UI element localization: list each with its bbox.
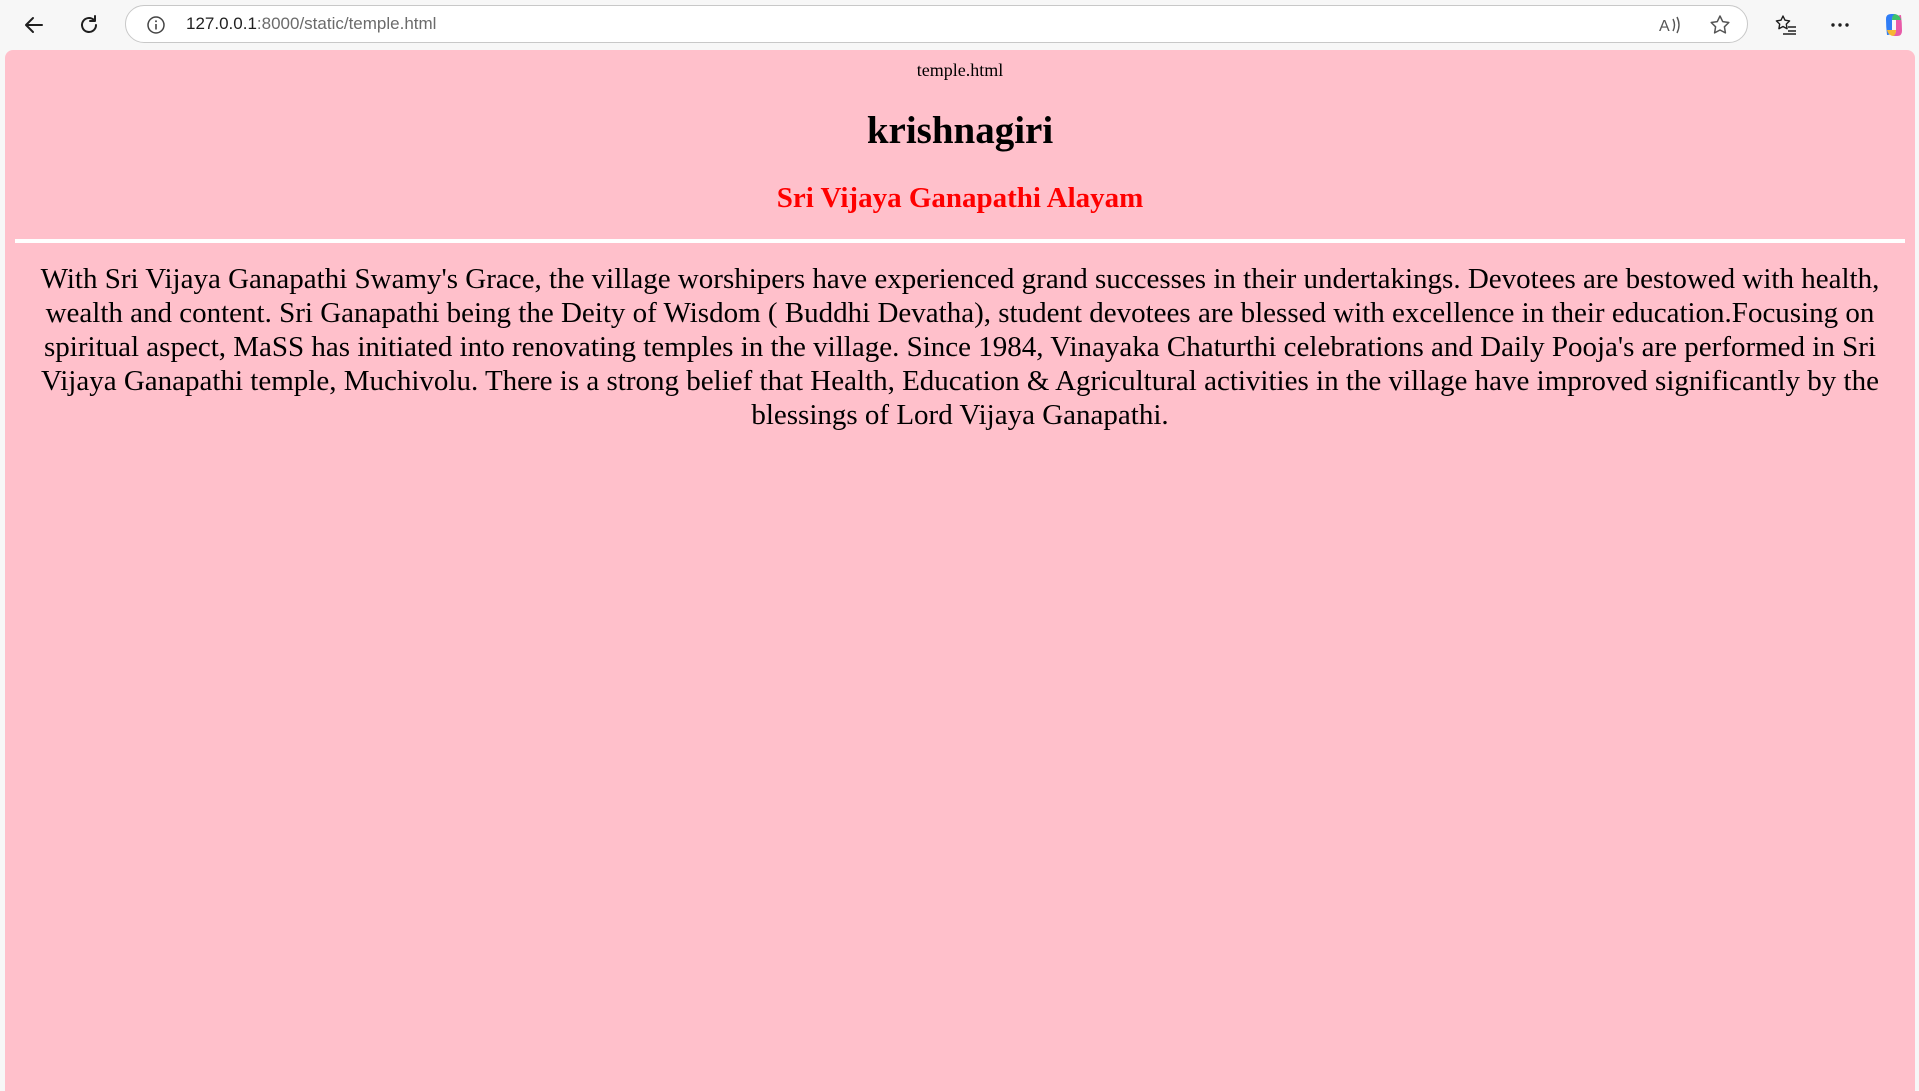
favorites-button[interactable] xyxy=(1768,7,1804,43)
page-title: krishnagiri xyxy=(866,109,1054,152)
more-icon xyxy=(1829,14,1851,36)
temple-name-heading: Sri Vijaya Ganapathi Alayam xyxy=(776,182,1144,214)
page-viewport: temple.html krishnagiri Sri Vijaya Ganap… xyxy=(5,50,1915,1091)
url-path: :8000/static/temple.html xyxy=(256,14,437,33)
svg-text:A: A xyxy=(1659,18,1670,35)
url-host: 127.0.0.1 xyxy=(186,14,257,33)
document-label: temple.html xyxy=(916,60,1004,80)
favorites-icon xyxy=(1774,13,1798,37)
star-icon[interactable] xyxy=(1708,13,1732,37)
horizontal-rule xyxy=(15,239,1905,243)
temple-description: With Sri Vijaya Ganapathi Swamy's Grace,… xyxy=(40,263,1880,431)
back-button[interactable] xyxy=(16,7,52,43)
refresh-icon xyxy=(78,14,100,36)
browser-toolbar: 127.0.0.1:8000/static/temple.html A xyxy=(0,0,1919,49)
more-button[interactable] xyxy=(1822,7,1858,43)
url-text[interactable]: 127.0.0.1:8000/static/temple.html xyxy=(186,14,436,34)
info-icon[interactable] xyxy=(146,15,166,35)
address-bar[interactable]: 127.0.0.1:8000/static/temple.html A xyxy=(125,5,1748,43)
back-arrow-icon xyxy=(23,14,45,36)
copilot-icon xyxy=(1880,11,1908,39)
read-aloud-icon[interactable]: A xyxy=(1658,13,1684,37)
copilot-button[interactable] xyxy=(1876,7,1912,43)
refresh-button[interactable] xyxy=(71,7,107,43)
